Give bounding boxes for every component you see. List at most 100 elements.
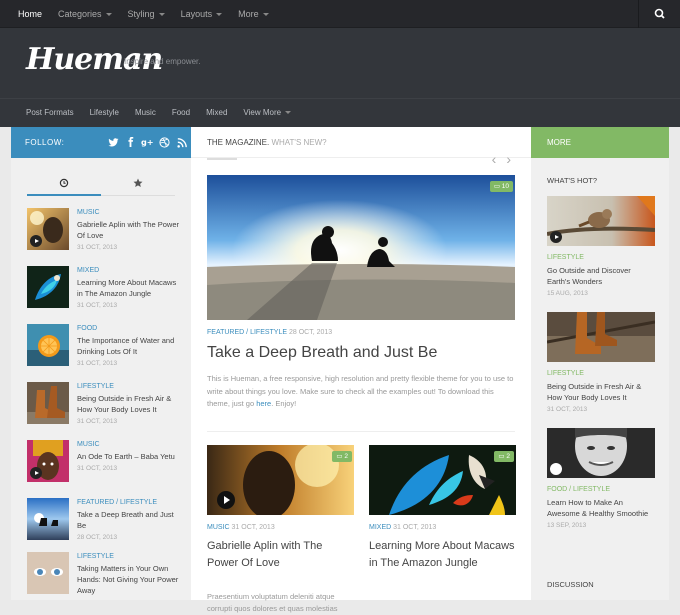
- post-title[interactable]: Learn How to Make An Awesome & Healthy S…: [547, 497, 655, 519]
- post-category[interactable]: MUSIC: [77, 208, 181, 217]
- chevron-right-icon[interactable]: ›: [506, 151, 511, 167]
- comment-count-badge[interactable]: ▭ 2: [494, 451, 514, 462]
- social-links: g+: [105, 135, 190, 150]
- tab-popular[interactable]: [101, 172, 175, 196]
- subnav-mixed[interactable]: Mixed: [198, 99, 235, 127]
- post-title[interactable]: Learning More About Macaws in The Amazon…: [369, 538, 516, 572]
- clock-icon: [59, 178, 69, 188]
- google-plus-icon[interactable]: g+: [139, 135, 156, 150]
- post-title[interactable]: Being Outside in Fresh Air & How Your Bo…: [547, 381, 655, 403]
- more-label: MORE: [547, 138, 571, 147]
- topnav-layouts[interactable]: Layouts: [173, 0, 231, 28]
- comment-count-badge[interactable]: ▭ 2: [332, 451, 352, 462]
- right-sidebar: WHAT'S HOT? LIFESTYLE Go Outside and Dis…: [531, 158, 669, 600]
- post-title[interactable]: An Ode To Earth – Baba Yetu: [77, 451, 181, 462]
- list-item[interactable]: MUSIC Gabrielle Aplin with The Power Of …: [27, 208, 182, 266]
- post-date: 31 OCT, 2013: [77, 418, 118, 425]
- topnav-home[interactable]: Home: [10, 0, 50, 28]
- chevron-left-icon[interactable]: ‹: [492, 151, 497, 167]
- secondary-nav: Post Formats Lifestyle Music Food Mixed …: [0, 98, 680, 127]
- post-thumbnail[interactable]: [27, 440, 69, 482]
- list-item[interactable]: LIFESTYLE Taking Matters in Your Own Han…: [27, 552, 182, 610]
- post-thumbnail[interactable]: [27, 266, 69, 308]
- subnav-view-more[interactable]: View More: [235, 99, 299, 127]
- post-category[interactable]: FOOD: [77, 324, 181, 333]
- post-date: 13 SEP, 2013: [547, 522, 587, 529]
- post-title[interactable]: Being Outside in Fresh Air & How Your Bo…: [77, 393, 181, 415]
- list-item[interactable]: FOOD The Importance of Water and Drinkin…: [27, 324, 182, 382]
- featured-image[interactable]: ▭ 10: [207, 175, 515, 320]
- site-header: Hueman Inspire and empower.: [0, 28, 680, 98]
- chevron-down-icon: [262, 13, 269, 17]
- post-category[interactable]: FEATURED / LIFESTYLE: [77, 498, 181, 507]
- post-title[interactable]: Take a Deep Breath and Just Be: [77, 509, 181, 531]
- topnav-more[interactable]: More: [230, 0, 277, 28]
- post-category[interactable]: MIXED: [77, 266, 181, 275]
- post-thumbnail[interactable]: [27, 208, 69, 250]
- subnav-lifestyle[interactable]: Lifestyle: [82, 99, 127, 127]
- post-category[interactable]: LIFESTYLE: [547, 369, 655, 378]
- list-item[interactable]: MUSIC An Ode To Earth – Baba Yetu 31 OCT…: [27, 440, 182, 498]
- top-navbar: Home Categories Styling Layouts More: [0, 0, 680, 28]
- post-thumbnail[interactable]: [27, 552, 69, 594]
- svg-text:g+: g+: [141, 137, 154, 147]
- discussion-heading: DISCUSSION: [547, 580, 594, 589]
- twitter-icon[interactable]: [105, 135, 122, 150]
- post-category[interactable]: MIXED: [369, 524, 391, 531]
- comment-count: 2: [506, 453, 510, 460]
- post-title[interactable]: Taking Matters in Your Own Hands: Not Gi…: [77, 563, 181, 596]
- post-thumbnail[interactable]: [547, 428, 655, 478]
- site-tagline: Inspire and empower.: [124, 57, 201, 66]
- subnav-food[interactable]: Food: [164, 99, 198, 127]
- post-thumbnail[interactable]: [27, 498, 69, 540]
- search-button[interactable]: [638, 0, 680, 28]
- comment-icon: ▭: [493, 183, 502, 190]
- post-category[interactable]: MUSIC: [77, 440, 181, 449]
- post-card[interactable]: ▭ 2 MIXED 31 OCT, 2013 Learning More Abo…: [369, 445, 516, 605]
- post-date: 31 OCT, 2013: [231, 524, 275, 531]
- facebook-icon[interactable]: [122, 135, 139, 150]
- list-item[interactable]: FEATURED / LIFESTYLE Take a Deep Breath …: [27, 498, 182, 556]
- post-thumbnail[interactable]: [27, 324, 69, 366]
- post-title[interactable]: The Importance of Water and Drinking Lot…: [77, 335, 181, 357]
- list-item[interactable]: MIXED Learning More About Macaws in The …: [27, 266, 182, 324]
- post-category[interactable]: LIFESTYLE: [250, 329, 287, 336]
- divider: [207, 431, 515, 432]
- post-date: 31 OCT, 2013: [393, 524, 437, 531]
- excerpt-link[interactable]: here: [256, 399, 271, 408]
- left-sidebar: MUSIC Gabrielle Aplin with The Power Of …: [11, 158, 191, 600]
- list-item[interactable]: LIFESTYLE Being Outside in Fresh Air & H…: [27, 382, 182, 440]
- post-category[interactable]: LIFESTYLE: [77, 382, 181, 391]
- chevron-down-icon: [285, 111, 292, 115]
- post-category[interactable]: FEATURED: [207, 329, 244, 336]
- post-title[interactable]: Learning More About Macaws in The Amazon…: [77, 277, 181, 299]
- post-thumbnail[interactable]: [547, 196, 655, 246]
- dribbble-icon[interactable]: [156, 135, 173, 150]
- topnav-layouts-label: Layouts: [180, 9, 213, 19]
- post-category[interactable]: LIFESTYLE: [77, 552, 181, 561]
- topnav-styling[interactable]: Styling: [120, 0, 173, 28]
- play-icon[interactable]: [217, 491, 235, 509]
- tab-recent[interactable]: [27, 172, 101, 196]
- post-category[interactable]: MUSIC: [207, 524, 230, 531]
- featured-title[interactable]: Take a Deep Breath and Just Be: [207, 344, 515, 362]
- post-thumbnail[interactable]: ▭ 2: [369, 445, 516, 515]
- post-date: 31 OCT, 2013: [77, 465, 118, 472]
- post-title[interactable]: Go Outside and Discover Earth's Wonders: [547, 265, 655, 287]
- rss-icon[interactable]: [173, 135, 190, 150]
- topnav-categories[interactable]: Categories: [50, 0, 120, 28]
- card-meta: MIXED 31 OCT, 2013: [369, 524, 436, 531]
- comment-count-badge[interactable]: ▭ 10: [489, 181, 513, 192]
- post-thumbnail[interactable]: ▭ 2: [207, 445, 354, 515]
- post-thumbnail[interactable]: [27, 382, 69, 424]
- comment-count: 10: [501, 183, 509, 190]
- post-date: 28 OCT, 2013: [77, 534, 118, 541]
- post-title[interactable]: Gabrielle Aplin with The Power Of Love: [207, 538, 354, 572]
- post-category[interactable]: FOOD / LIFESTYLE: [547, 485, 655, 494]
- post-thumbnail[interactable]: [547, 312, 655, 362]
- subnav-music[interactable]: Music: [127, 99, 164, 127]
- post-category[interactable]: LIFESTYLE: [547, 253, 655, 262]
- subnav-post-formats[interactable]: Post Formats: [18, 99, 82, 127]
- post-card[interactable]: ▭ 2 MUSIC 31 OCT, 2013 Gabrielle Aplin w…: [207, 445, 354, 613]
- post-title[interactable]: Gabrielle Aplin with The Power Of Love: [77, 219, 181, 241]
